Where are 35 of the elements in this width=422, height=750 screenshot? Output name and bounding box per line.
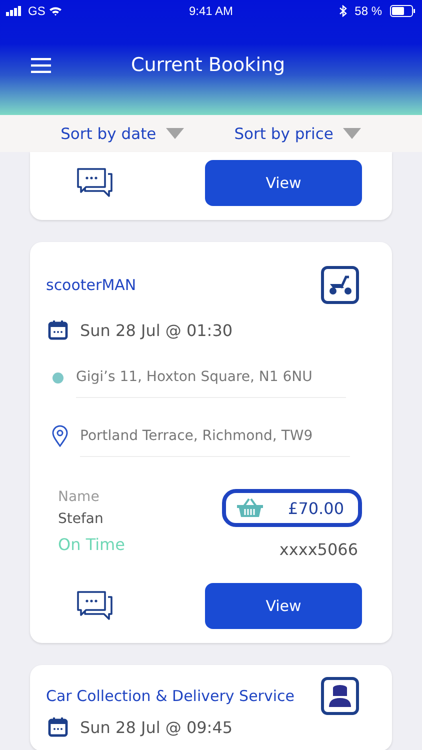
carrier-name: GS <box>28 4 46 18</box>
bluetooth-icon <box>338 5 347 17</box>
card-number: xxxx5066 <box>279 540 358 559</box>
calendar-icon <box>48 717 68 737</box>
pickup-address: Gigi’s 11, Hoxton Square, N1 6NU <box>76 369 346 398</box>
customer-name: Stefan <box>58 511 104 527</box>
booking-date: Sun 28 Jul @ 09:45 <box>80 718 233 736</box>
service-name: scooterMAN <box>46 276 136 294</box>
caret-icon <box>166 128 184 139</box>
view-button[interactable]: View <box>205 160 362 206</box>
status-time: 9:41 AM <box>188 4 234 18</box>
sort-dropdown[interactable]: Sort by price <box>234 124 362 142</box>
scooter-icon <box>321 266 359 304</box>
battery-icon <box>390 5 416 17</box>
caret-icon <box>343 128 362 139</box>
location-pin-icon <box>52 425 68 447</box>
booking-status: On Time <box>58 535 125 554</box>
wifi-icon <box>49 6 62 16</box>
page-title: Current Booking <box>131 54 286 76</box>
calendar-icon <box>48 320 68 340</box>
battery-percent: 58 % <box>354 4 382 18</box>
price-amount: £70.00 <box>288 498 344 518</box>
service-name: Car Collection & Delivery Service <box>46 687 294 705</box>
chat-icon[interactable] <box>76 167 114 199</box>
chat-icon[interactable] <box>76 590 114 622</box>
view-button[interactable]: View <box>205 583 362 629</box>
sort-dropdown[interactable]: Sort by date <box>60 124 184 142</box>
menu-icon[interactable] <box>31 58 51 72</box>
dropoff-address: Portland Terrace, Richmond, TW9 <box>80 428 350 456</box>
name-label: Name <box>58 489 100 505</box>
driver-icon <box>321 677 359 715</box>
basket-icon <box>236 498 264 518</box>
signal-icon <box>6 6 24 16</box>
dot-icon <box>52 372 64 384</box>
booking-date: Sun 28 Jul @ 01:30 <box>80 320 233 340</box>
